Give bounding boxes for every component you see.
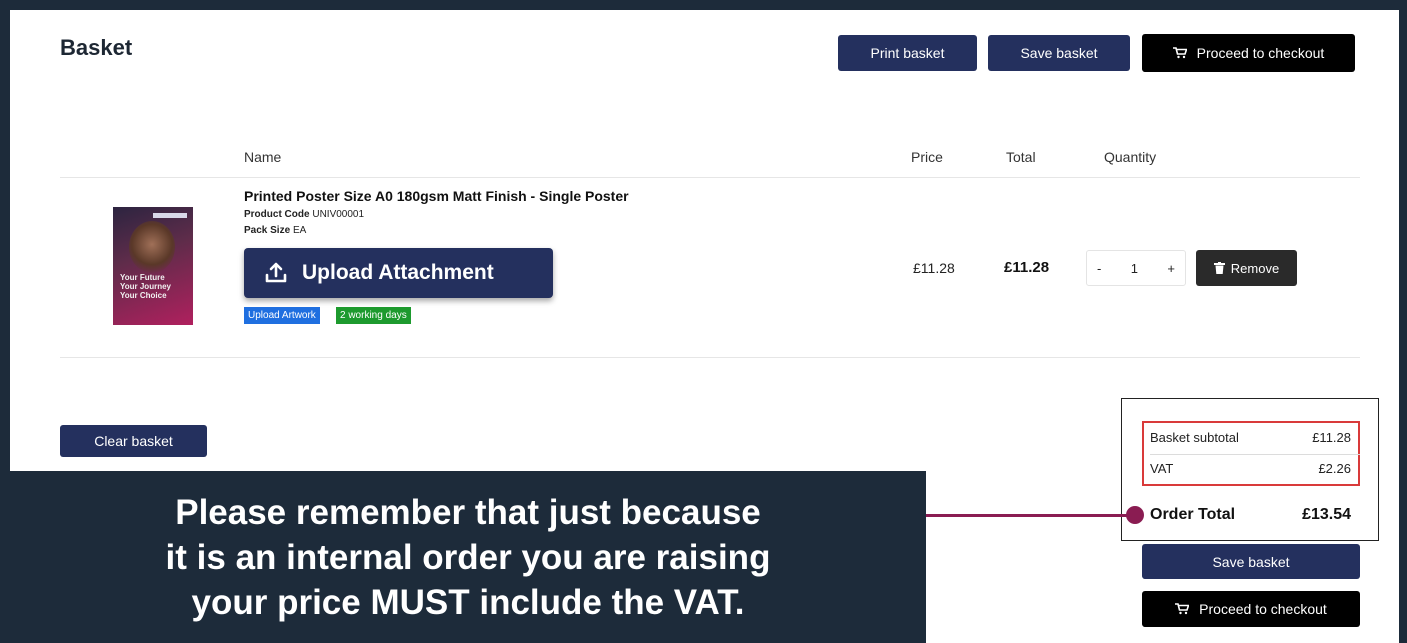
upload-attachment-label: Upload Attachment — [302, 261, 494, 284]
product-code-label: Product Code — [244, 209, 310, 220]
upload-attachment-button[interactable]: Upload Attachment — [244, 248, 553, 298]
product-code-value: UNIV00001 — [312, 209, 365, 220]
callout-line-1: Please remember that just because — [175, 492, 761, 532]
pack-size: Pack Size EA — [244, 225, 306, 236]
upload-icon — [265, 262, 287, 283]
remove-label: Remove — [1230, 260, 1280, 276]
quantity-decrement-button[interactable]: - — [1097, 261, 1101, 276]
item-price: £11.28 — [913, 260, 955, 276]
print-basket-label: Print basket — [870, 45, 945, 61]
quantity-stepper[interactable]: - 1 + — [1086, 250, 1186, 286]
callout-line-2: it is an internal order you are raising — [165, 537, 771, 577]
save-basket-button[interactable]: Save basket — [988, 35, 1130, 71]
summary-divider — [1150, 454, 1360, 455]
page-title: Basket — [60, 35, 133, 60]
row-divider — [60, 357, 1360, 358]
print-basket-button[interactable]: Print basket — [838, 35, 977, 71]
column-header-price: Price — [911, 149, 943, 165]
thumbnail-text-3: Your Choice — [120, 291, 167, 300]
order-total-row: Order Total £13.54 — [1150, 506, 1351, 524]
product-name: Printed Poster Size A0 180gsm Matt Finis… — [244, 188, 629, 204]
subtotal-value: £11.28 — [1312, 430, 1351, 445]
column-header-name: Name — [244, 149, 282, 165]
summary-save-basket-label: Save basket — [1212, 553, 1290, 570]
thumbnail-logo — [153, 213, 187, 218]
pack-size-label: Pack Size — [244, 225, 291, 236]
subtotal-row: Basket subtotal £11.28 — [1150, 430, 1351, 445]
vat-reminder-callout: Please remember that just because it is … — [10, 471, 926, 643]
column-header-quantity: Quantity — [1104, 149, 1157, 165]
thumbnail-text-2: Your Journey — [120, 282, 171, 291]
vat-label: VAT — [1150, 461, 1174, 476]
save-basket-label: Save basket — [1020, 45, 1098, 61]
clear-basket-button[interactable]: Clear basket — [60, 425, 207, 457]
summary-save-basket-button[interactable]: Save basket — [1142, 544, 1360, 579]
clear-basket-label: Clear basket — [94, 433, 173, 449]
quantity-value[interactable]: 1 — [1131, 261, 1138, 276]
thumbnail-portrait — [129, 221, 175, 273]
upload-artwork-badge[interactable]: Upload Artwork — [244, 307, 320, 324]
proceed-to-checkout-button[interactable]: Proceed to checkout — [1142, 34, 1355, 72]
subtotal-label: Basket subtotal — [1150, 430, 1239, 445]
callout-connector-line — [926, 514, 1142, 517]
cart-icon — [1172, 47, 1187, 59]
quantity-increment-button[interactable]: + — [1167, 261, 1175, 276]
cart-icon — [1175, 603, 1190, 615]
callout-line-3: your price MUST include the VAT. — [191, 582, 745, 622]
thumbnail-text-1: Your Future — [120, 273, 165, 282]
remove-item-button[interactable]: Remove — [1196, 250, 1297, 286]
order-total-value: £13.54 — [1302, 506, 1351, 523]
working-days-badge: 2 working days — [336, 307, 411, 324]
product-code: Product Code UNIV00001 — [244, 209, 364, 220]
trash-icon — [1213, 262, 1225, 274]
summary-checkout-button[interactable]: Proceed to checkout — [1142, 591, 1360, 627]
vat-row: VAT £2.26 — [1150, 461, 1351, 476]
header-divider — [60, 177, 1360, 178]
basket-page: Basket Print basket Save basket Proceed … — [10, 10, 1399, 643]
order-total-label: Order Total — [1150, 506, 1236, 523]
product-thumbnail: Your Future Your Journey Your Choice — [113, 207, 193, 325]
summary-checkout-label: Proceed to checkout — [1199, 601, 1327, 617]
pack-size-value: EA — [292, 225, 307, 236]
item-total: £11.28 — [1004, 259, 1050, 276]
checkout-label: Proceed to checkout — [1196, 45, 1325, 61]
vat-value: £2.26 — [1318, 461, 1351, 476]
callout-connector-dot — [1126, 506, 1144, 524]
column-header-total: Total — [1006, 149, 1036, 165]
